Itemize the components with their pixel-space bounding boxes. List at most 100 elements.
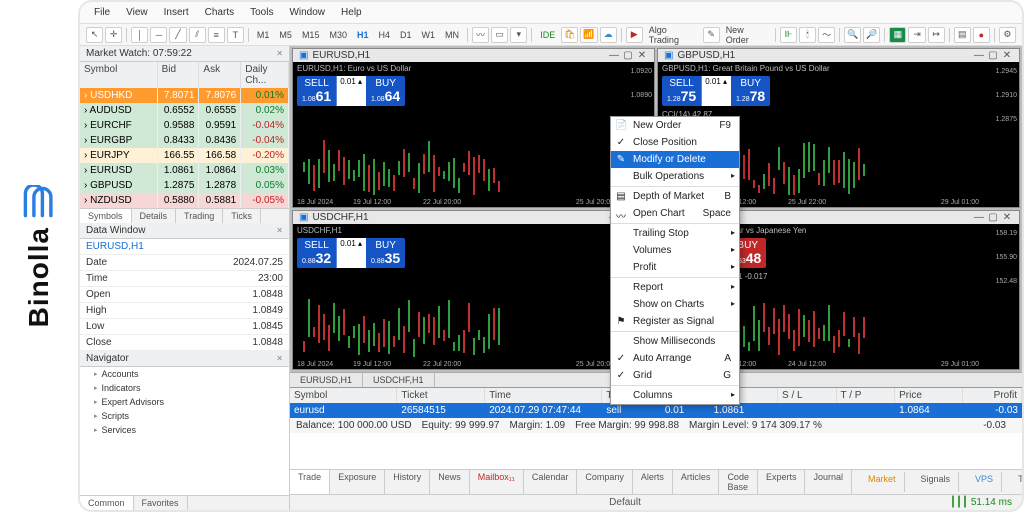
one-click-panel[interactable]: SELL1.0861 0.01 ▴ BUY1.0864 <box>297 76 405 106</box>
ctx-item[interactable]: ▤Depth of MarketB <box>611 188 739 205</box>
close-icon[interactable]: ✕ <box>276 226 283 235</box>
new-order-button[interactable]: New Order <box>722 25 771 45</box>
menu-insert[interactable]: Insert <box>158 5 195 20</box>
col-symbol[interactable]: Symbol <box>80 62 158 88</box>
tf-h4[interactable]: H4 <box>374 30 394 40</box>
tf-m5[interactable]: M5 <box>275 30 296 40</box>
menu-view[interactable]: View <box>120 5 154 20</box>
mw-row[interactable]: › NZDUSD0.58800.5881-0.05% <box>80 193 289 208</box>
crosshair-icon[interactable]: ✛ <box>105 27 122 43</box>
mw-row[interactable]: › EURUSD1.08611.08640.03% <box>80 163 289 178</box>
one-click-panel[interactable]: SELL1.2875 0.01 ▴ BUY1.2878 <box>662 76 770 106</box>
ctx-item[interactable]: 〰Open ChartSpace <box>611 205 739 222</box>
chart-tab-1[interactable]: EURUSD,H1 <box>290 373 363 387</box>
ctx-item[interactable]: 📄New OrderF9 <box>611 117 739 134</box>
menu-file[interactable]: File <box>88 5 116 20</box>
maximize-icon[interactable]: ▢ <box>987 50 999 61</box>
ctx-item[interactable]: Bulk Operations <box>611 168 739 185</box>
chart-tab-2[interactable]: USDCHF,H1 <box>363 373 435 387</box>
mw-row[interactable]: › EURCHF0.95880.9591-0.04% <box>80 118 289 133</box>
menu-help[interactable]: Help <box>335 5 368 20</box>
ctx-item[interactable]: ⚑Register as Signal <box>611 313 739 330</box>
minimize-icon[interactable]: — <box>973 212 985 223</box>
neworder-icon[interactable]: ✎ <box>703 27 720 43</box>
tf-m1[interactable]: M1 <box>253 30 274 40</box>
chart-type-icon[interactable]: 〰 <box>472 27 489 43</box>
nav-item[interactable]: Expert Advisors <box>80 395 289 409</box>
tester-link[interactable]: Tester <box>1010 472 1024 492</box>
close-icon[interactable]: ✕ <box>276 354 283 363</box>
close-icon[interactable]: ✕ <box>1001 212 1013 223</box>
ctx-item[interactable]: ✎Modify or Delete <box>611 151 739 168</box>
trendline-icon[interactable]: ╱ <box>169 27 186 43</box>
vps-icon[interactable]: ☁ <box>600 27 617 43</box>
algo-icon[interactable]: ▶ <box>626 27 643 43</box>
tab-common[interactable]: Common <box>80 496 134 510</box>
tf-h1[interactable]: H1 <box>353 30 373 40</box>
close-icon[interactable]: ✕ <box>276 49 283 58</box>
algo-trading-button[interactable]: Algo Trading <box>645 25 701 45</box>
mw-row[interactable]: › EURJPY166.55166.58-0.20% <box>80 148 289 163</box>
depth-icon[interactable]: ▤ <box>954 27 971 43</box>
nav-item[interactable]: Accounts <box>80 367 289 381</box>
ide-button[interactable]: IDE <box>536 30 559 40</box>
close-icon[interactable]: ✕ <box>636 50 648 61</box>
tf-w1[interactable]: W1 <box>418 30 440 40</box>
tf-mn[interactable]: MN <box>441 30 463 40</box>
nav-item[interactable]: Scripts <box>80 409 289 423</box>
ctx-item[interactable]: ✓GridG <box>611 367 739 384</box>
zoom-out-icon[interactable]: 🔎 <box>863 27 880 43</box>
vline-icon[interactable]: │ <box>131 27 148 43</box>
nav-item[interactable]: Indicators <box>80 381 289 395</box>
col-bid[interactable]: Bid <box>158 62 200 88</box>
one-click-panel[interactable]: SELL0.8832 0.01 ▴ BUY0.8835 <box>297 238 405 268</box>
minimize-icon[interactable]: — <box>973 50 985 61</box>
vps-link[interactable]: VPS <box>967 472 1002 492</box>
menu-window[interactable]: Window <box>283 5 331 20</box>
tf-m15[interactable]: M15 <box>298 30 324 40</box>
ctx-item[interactable]: Show on Charts <box>611 296 739 313</box>
ctx-item[interactable]: Show Milliseconds <box>611 333 739 350</box>
market-icon[interactable]: 🛍 <box>561 27 578 43</box>
templates-icon[interactable]: ▾ <box>510 27 527 43</box>
maximize-icon[interactable]: ▢ <box>987 212 999 223</box>
fibo-icon[interactable]: ≡ <box>208 27 225 43</box>
nav-item[interactable]: Services <box>80 423 289 437</box>
minimize-icon[interactable]: — <box>608 50 620 61</box>
zoom-in-icon[interactable]: 🔍 <box>844 27 861 43</box>
tab-details[interactable]: Details <box>132 209 177 223</box>
close-icon[interactable]: ✕ <box>1001 50 1013 61</box>
menu-charts[interactable]: Charts <box>199 5 240 20</box>
trade-row[interactable]: eurusd265845152024.07.29 07:47:44sell0.0… <box>290 403 1022 418</box>
signals-icon[interactable]: 📶 <box>580 27 597 43</box>
chart-window[interactable]: ▣USDCHF,H1—▢✕ USDCHF,H1 SELL0.8832 0.01 … <box>292 210 655 370</box>
hline-icon[interactable]: ─ <box>150 27 167 43</box>
tab-ticks[interactable]: Ticks <box>223 209 261 223</box>
indicators-icon[interactable]: ▭ <box>491 27 508 43</box>
text-icon[interactable]: T <box>227 27 244 43</box>
maximize-icon[interactable]: ▢ <box>622 50 634 61</box>
col-chg[interactable]: Daily Ch... <box>241 62 289 88</box>
ctx-item[interactable]: Columns <box>611 387 739 404</box>
alert-icon[interactable]: ● <box>973 27 990 43</box>
signals-link[interactable]: Signals <box>913 472 960 492</box>
col-ask[interactable]: Ask <box>199 62 241 88</box>
ctx-item[interactable]: ✓Auto ArrangeA <box>611 350 739 367</box>
shift-icon[interactable]: ↦ <box>928 27 945 43</box>
ctx-item[interactable]: Trailing Stop <box>611 225 739 242</box>
mw-row[interactable]: › AUDUSD0.65520.65550.02% <box>80 103 289 118</box>
tab-favorites[interactable]: Favorites <box>134 496 188 510</box>
line-icon[interactable]: 〜 <box>818 27 835 43</box>
candles-icon[interactable]: 🕯 <box>799 27 816 43</box>
ctx-item[interactable]: Report <box>611 279 739 296</box>
tile-icon[interactable]: ▦ <box>889 27 906 43</box>
mw-row[interactable]: › USDHKD7.80717.80760.01% <box>80 88 289 103</box>
ctx-item[interactable]: Volumes <box>611 242 739 259</box>
tab-trade[interactable]: Trade <box>290 470 330 494</box>
cursor-icon[interactable]: ↖ <box>86 27 103 43</box>
mw-row[interactable]: › GBPUSD1.28751.28780.05% <box>80 178 289 193</box>
settings-icon[interactable]: ⚙ <box>999 27 1016 43</box>
market-link[interactable]: Market <box>860 472 905 492</box>
autoscroll-icon[interactable]: ⇥ <box>908 27 925 43</box>
channel-icon[interactable]: ⫽ <box>189 27 206 43</box>
